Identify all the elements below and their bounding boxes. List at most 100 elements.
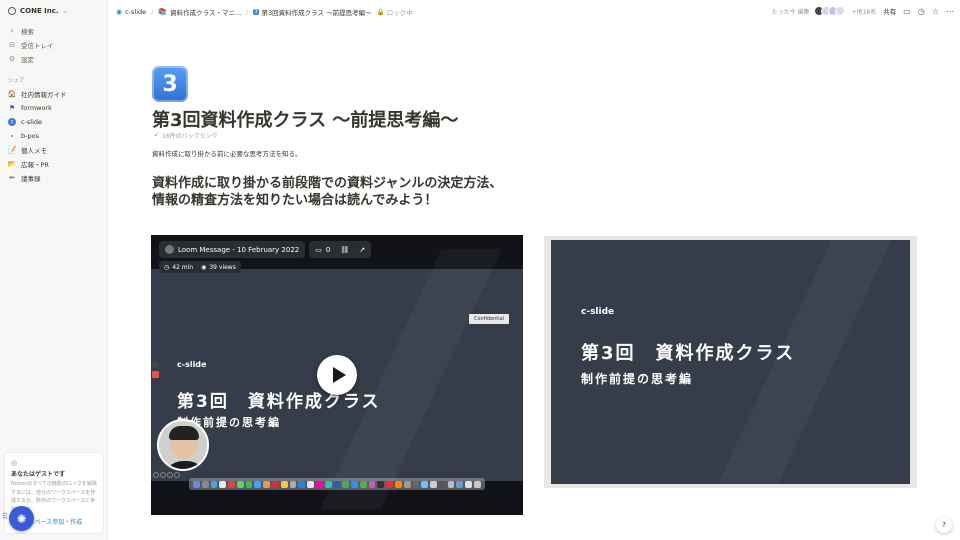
breadcrumb-item-c-slide[interactable]: ◉ c-slide (116, 8, 146, 16)
mini-controls (153, 472, 180, 478)
page-description: 資料作成に取り掛かる前に必要な思考方法を知る。 (152, 150, 302, 158)
formwork-flag-icon: ⚑ (8, 104, 16, 112)
dock-app-icon (193, 480, 200, 488)
workspace-switcher[interactable]: CONE Inc. ⌄ (8, 7, 68, 15)
dock-app-icon (359, 480, 367, 488)
video-duration: 42 min (172, 263, 194, 271)
heading-line: 資料作成に取り掛かる前段階での資料ジャンルの決定方法、 (152, 176, 503, 191)
sidebar-item-pr[interactable]: 📂 広報・PR (8, 157, 67, 171)
dock-app-icon (438, 480, 446, 488)
dock-app-icon (298, 480, 306, 488)
webcam-bubble (157, 419, 209, 471)
sidebar-item-inbox[interactable]: ⊟ 受信トレイ (8, 38, 53, 52)
dock-app-icon (315, 480, 323, 488)
page-icon-keycap-3[interactable]: 3 (152, 66, 188, 102)
clock-icon: ◷ (164, 263, 170, 271)
video-actions: ▭ 0 ⛓ ↗ (309, 241, 372, 258)
workspace-logo-icon (8, 7, 16, 15)
dock-app-icon (368, 480, 376, 488)
avatar (834, 6, 845, 16)
sidebar-item-label: 個人メモ (21, 147, 47, 155)
viewer-avatars[interactable] (813, 6, 845, 16)
dock-app-icon (412, 480, 420, 488)
slide-subtitle: 制作前提の思考編 (581, 372, 694, 386)
link-icon[interactable]: ⛓ (340, 246, 349, 254)
join-workspace-button[interactable]: スペース参加・作成 (29, 517, 82, 526)
sidebar-item-b-pos[interactable]: ⬩ b-pos (8, 129, 67, 143)
dock-app-icon (245, 480, 253, 488)
sidebar-item-minutes[interactable]: ✏ 議事録 (8, 171, 67, 185)
viewers-count[interactable]: +他18名 (852, 7, 877, 16)
sidebar-item-label: formwork (21, 104, 52, 112)
sidebar-item-label: 広報・PR (21, 161, 49, 169)
sidebar-item-label: 社内情報ガイド (21, 91, 67, 99)
slide-embed[interactable]: c-slide 第3回 資料作成クラス 制作前提の思考編 (544, 236, 917, 488)
sidebar-pages: 🏠 社内情報ガイド ⚑ formwork c c-slide ⬩ b-pos 📝… (8, 87, 67, 185)
more-icon[interactable]: ⋯ (946, 7, 954, 16)
breadcrumb-item-manual[interactable]: 📚 資料作成クラス・マニ... (158, 7, 241, 17)
dock-app-icon (351, 480, 358, 488)
c-slide-icon: c (8, 118, 16, 126)
comment-icon[interactable]: ▭ (315, 246, 322, 254)
recorder-control-icon[interactable] (152, 361, 159, 368)
lock-label: ロック中 (386, 9, 413, 17)
video-views: 39 views (209, 263, 236, 271)
backlinks[interactable]: ↙ 16件のバックリンク (154, 131, 218, 140)
sidebar-item-memo[interactable]: 📝 個人メモ (8, 143, 67, 157)
control-dot-icon[interactable] (153, 472, 159, 478)
external-link-icon[interactable]: ↗ (359, 246, 365, 254)
slide-frame: c-slide 第3回 資料作成クラス 制作前提の思考編 (551, 240, 910, 484)
control-dot-icon[interactable] (160, 472, 166, 478)
edited-status: たった今 編集 (771, 8, 810, 16)
dock-app-icon (236, 480, 244, 488)
play-button[interactable] (317, 355, 357, 395)
sidebar-item-c-slide[interactable]: c c-slide (8, 115, 67, 129)
book-icon: 📚 (158, 8, 168, 16)
sidebar-item-label: 設定 (21, 56, 34, 64)
video-slide-title: 第3回 資料作成クラス (177, 392, 381, 412)
dock-app-icon (386, 480, 393, 488)
loom-video-embed[interactable]: Confidential c-slide 第3回 資料作成クラス 制作前提の思考… (151, 235, 523, 515)
comment-count: 0 (325, 245, 331, 254)
sidebar-nav: ⌕ 検索 ⊟ 受信トレイ ⚙ 設定 (8, 24, 54, 66)
lock-status: 🔒 ロック中 (377, 7, 413, 17)
video-title: Loom Message - 10 February 2022 (178, 245, 300, 254)
guest-title: あなたはゲストです (11, 471, 66, 478)
slide-brand: c-slide (581, 307, 615, 317)
video-header: Loom Message - 10 February 2022 ▭ 0 ⛓ ↗ (159, 241, 372, 258)
search-icon: ⌕ (10, 26, 14, 35)
sidebar-item-label: b-pos (21, 132, 39, 140)
memo-icon: 📝 (7, 146, 17, 154)
video-slide-brand: c-slide (177, 360, 207, 369)
video-title-chip[interactable]: Loom Message - 10 February 2022 (159, 241, 306, 258)
dock-app-icon (421, 480, 429, 488)
recorder-controls (152, 361, 159, 378)
drag-handle-icon[interactable]: ⠿ (2, 512, 8, 521)
guest-user-icon: ◎ (11, 459, 18, 467)
dock-app-icon (272, 480, 279, 488)
workspace-name: CONE Inc. (20, 7, 59, 15)
help-button[interactable]: ? (936, 517, 952, 533)
gear-icon[interactable]: ✺ (9, 506, 34, 531)
star-icon[interactable]: ☆ (932, 7, 939, 16)
presenter-hair (169, 426, 199, 440)
sidebar-item-search[interactable]: ⌕ 検索 (8, 24, 54, 38)
control-dot-icon[interactable] (167, 472, 173, 478)
page-title: 第3回資料作成クラス 〜前提思考編〜 (152, 110, 459, 131)
heading-line: 情報の精査方法を知りたい場合は読んでみよう！ (152, 193, 438, 208)
comment-icon[interactable]: ▭ (903, 7, 911, 16)
c-slide-icon: ◉ (116, 8, 123, 16)
dock-app-icon (307, 480, 314, 488)
sidebar-item-settings[interactable]: ⚙ 設定 (8, 52, 54, 66)
breadcrumb-item-current[interactable]: 3 第3回資料作成クラス 〜前提思考編〜 (253, 7, 372, 17)
dock-app-icon (280, 480, 288, 488)
sidebar-item-formwork[interactable]: ⚑ formwork (8, 101, 67, 115)
topbar: ◉ c-slide / 📚 資料作成クラス・マニ... / 3 第3回資料作成ク… (108, 0, 960, 24)
control-dot-icon[interactable] (174, 472, 180, 478)
record-icon[interactable] (152, 371, 159, 378)
share-button[interactable]: 共有 (883, 6, 896, 16)
history-icon[interactable]: ◷ (918, 7, 925, 16)
dock-app-icon (333, 480, 341, 488)
dock-app-icon (342, 480, 350, 488)
sidebar-item-guide[interactable]: 🏠 社内情報ガイド (8, 87, 67, 101)
